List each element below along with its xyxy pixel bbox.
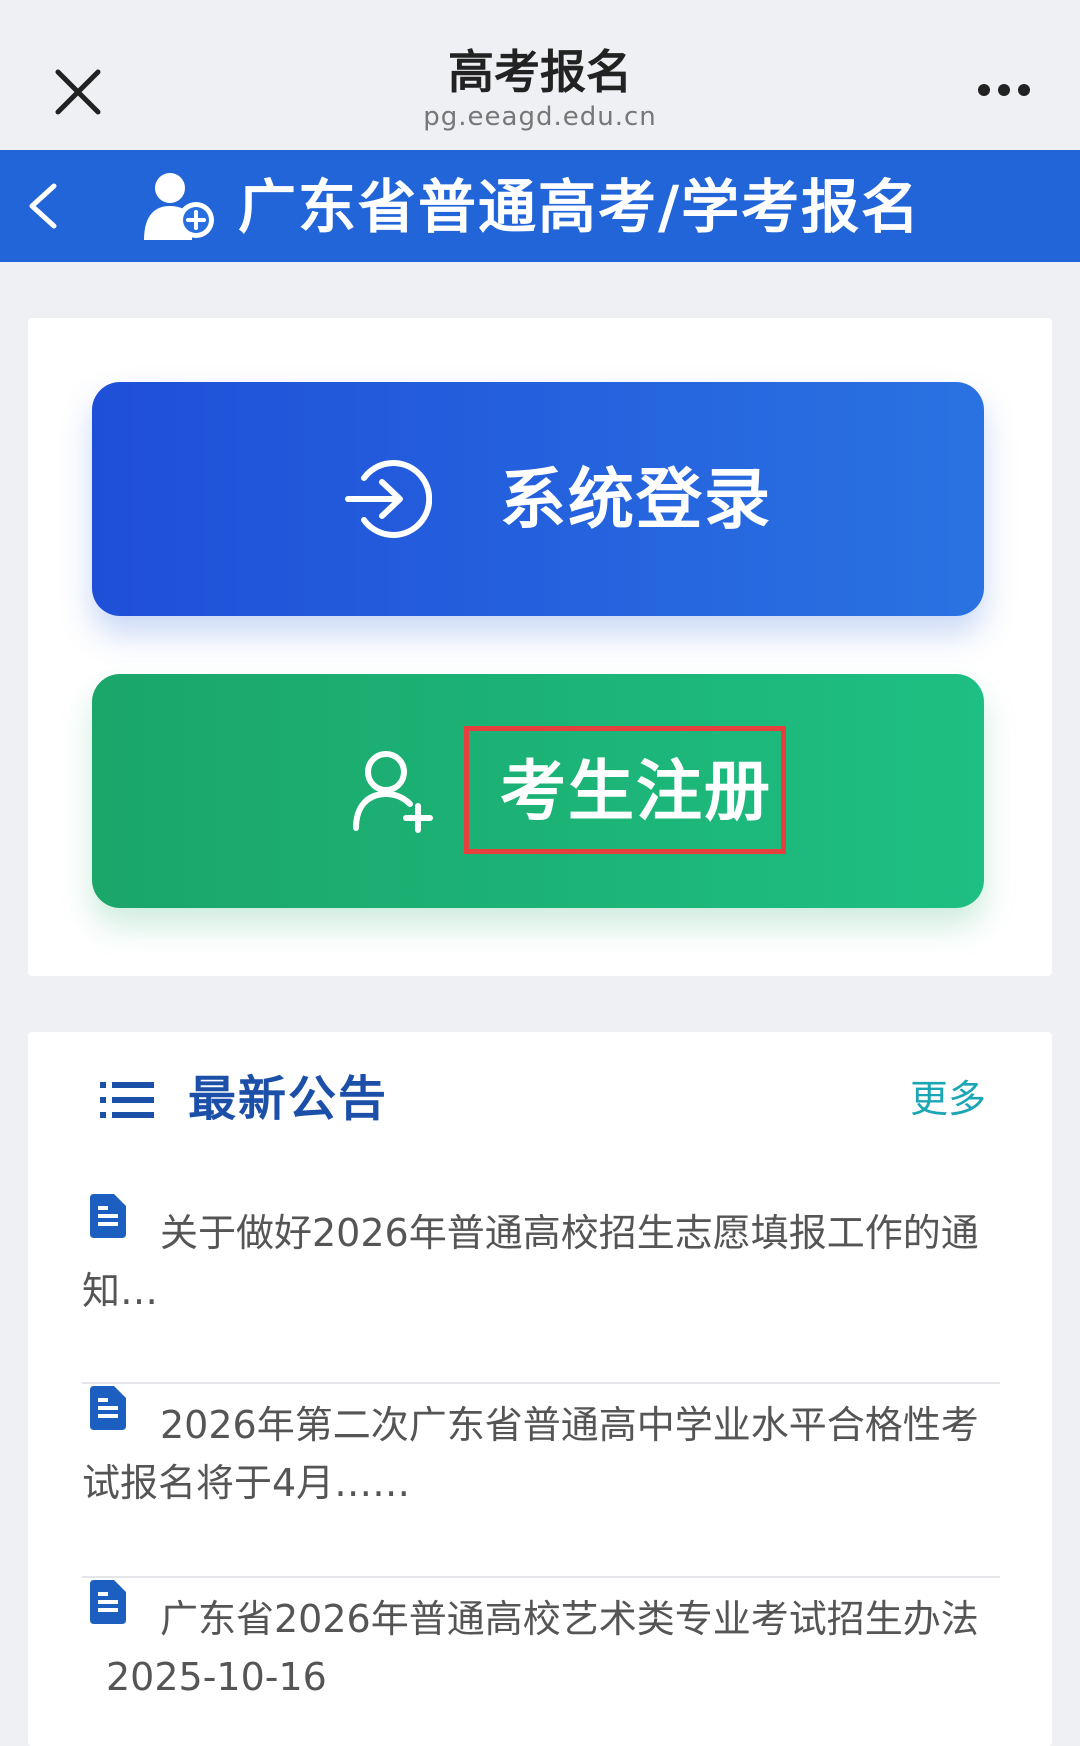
notice-more-link[interactable]: 更多 (910, 1072, 986, 1126)
notice-item[interactable]: 广东省2026年普通高校艺术类专业考试招生办法 2025-10-16 (82, 1580, 1000, 1746)
page-title: 高考报名 (448, 45, 632, 99)
notice-item-text: 2026年第二次广东省普通高中学业水平合格性考试报名将于4月…… (82, 1403, 979, 1505)
notice-section-title: 最新公告 (188, 1071, 389, 1127)
login-button-label: 系统登录 (500, 461, 772, 538)
notice-item-text: 关于做好2026年普通高校招生志愿填报工作的通知… (82, 1211, 979, 1313)
list-icon (100, 1082, 154, 1118)
notice-item[interactable]: 关于做好2026年普通高校招生志愿填报工作的通知… (82, 1194, 1000, 1384)
page-url: pg.eeagd.edu.cn (423, 102, 657, 132)
app-header: 广东省普通高考/学考报名 (0, 150, 1080, 262)
document-icon (90, 1580, 126, 1624)
notice-item-text: 广东省2026年普通高校艺术类专业考试招生办法 (160, 1597, 979, 1641)
login-icon (345, 460, 432, 538)
more-icon[interactable] (970, 70, 1050, 110)
action-card: 系统登录 考生注册 (28, 318, 1052, 976)
notice-item[interactable]: 2026年第二次广东省普通高中学业水平合格性考试报名将于4月…… (82, 1386, 1000, 1578)
browser-top-bar: 高考报名 pg.eeagd.edu.cn (0, 0, 1080, 150)
login-button[interactable]: 系统登录 (92, 382, 984, 616)
notice-item-date: 2025-10-16 (106, 1655, 327, 1699)
user-plus-icon (353, 751, 433, 833)
notice-card: 最新公告 更多 关于做好2026年普通高校招生志愿填报工作的通知… 2026年第… (28, 1032, 1052, 1746)
register-button[interactable]: 考生注册 (92, 674, 984, 908)
header-title: 广东省普通高考/学考报名 (238, 173, 922, 241)
register-button-label: 考生注册 (500, 753, 772, 830)
user-add-icon (144, 173, 214, 240)
chevron-left-icon[interactable] (18, 178, 74, 234)
